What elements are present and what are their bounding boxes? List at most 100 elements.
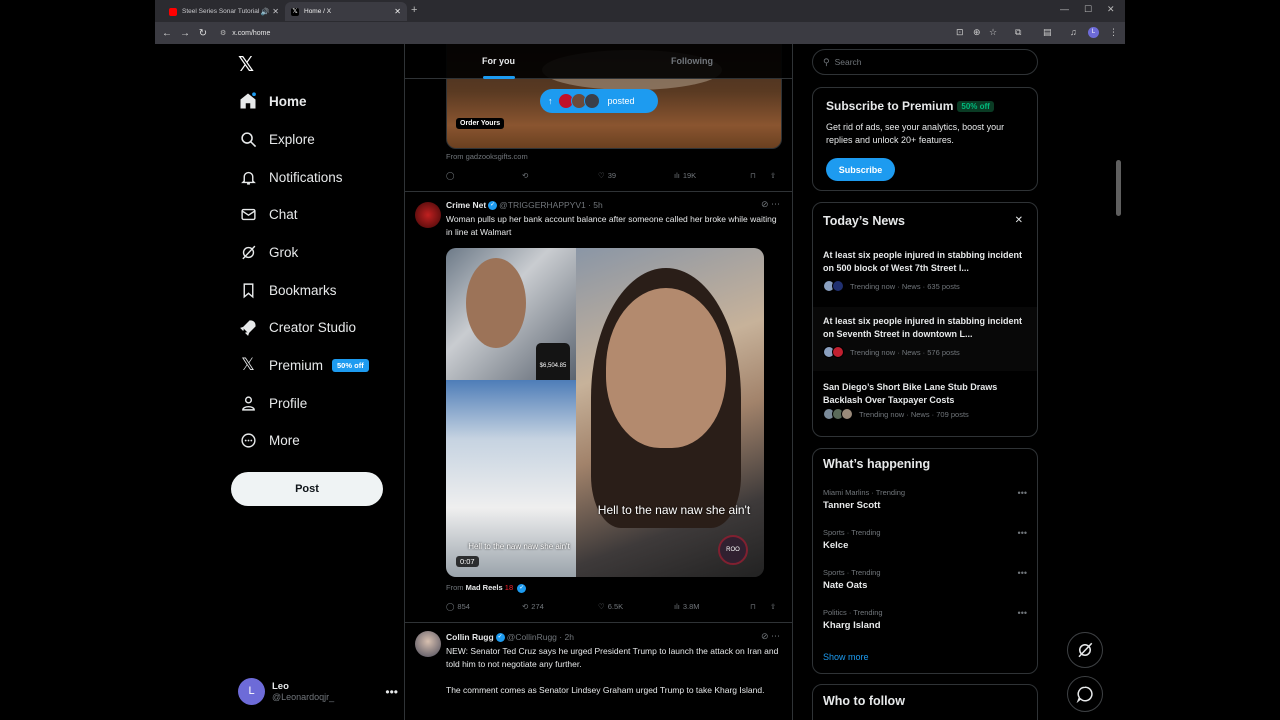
views-button[interactable]: ılı 19K [674,171,696,180]
ad-source[interactable]: From gadzooksgifts.com [446,152,528,161]
show-more-link[interactable]: Show more [823,652,869,662]
author-handle[interactable]: @CollinRugg [507,632,557,642]
left-navigation: 𝕏 Home Explore Notifications Chat Grok B… [155,44,404,720]
close-tab-icon[interactable]: ✕ [394,7,401,16]
more-dots-icon[interactable]: ••• [1018,528,1027,538]
tweet-video[interactable]: $6,504.85 Hell to the naw naw she ain't … [446,248,764,577]
nav-notifications[interactable]: Notifications [238,164,343,190]
sidepanel-icon[interactable]: ▤ [1043,27,1052,38]
close-tab-icon[interactable]: ✕ [272,7,279,16]
todays-news-card: Today’s News ✕ At least six people injur… [812,202,1038,437]
source-name[interactable]: Mad Reels [466,583,503,592]
new-posts-pill[interactable]: ↑ posted [540,89,658,113]
more-dots-icon[interactable]: ⊘ ⋯ [761,199,780,210]
scrollbar[interactable] [1116,160,1121,216]
more-dots-icon[interactable]: ⊘ ⋯ [761,631,780,642]
bookmark-icon[interactable]: ⊓ [750,171,756,180]
star-icon[interactable]: ☆ [989,27,997,38]
nav-label: Notifications [269,169,343,185]
premium-discount-badge: 50% off [332,358,369,372]
more-dots-icon[interactable]: ••• [1018,608,1027,618]
menu-icon[interactable]: ⋮ [1109,27,1118,38]
chat-fab[interactable] [1067,676,1103,712]
zoom-icon[interactable]: ⊕ [973,27,981,38]
more-dots-icon[interactable]: ••• [1018,568,1027,578]
avatar[interactable] [415,202,441,228]
grok-fab[interactable] [1067,632,1103,668]
minimize-icon[interactable]: — [1060,4,1069,14]
x-logo[interactable]: 𝕏 [238,52,254,76]
new-tab-icon[interactable]: + [411,4,417,16]
nav-chat[interactable]: Chat [238,201,298,227]
video-caption: Hell to the naw naw she ain't [468,542,570,551]
search-input[interactable]: ⚲ Search [812,49,1038,75]
nav-bookmarks[interactable]: Bookmarks [238,277,337,303]
tab-for-you[interactable]: For you [482,56,515,66]
maximize-icon[interactable]: ☐ [1084,4,1092,15]
address-bar[interactable]: ⚙ x.com/home [220,25,920,41]
order-label: Order Yours [456,118,505,129]
reload-icon[interactable]: ↻ [194,28,212,39]
browser-tab-home-x[interactable]: 𝕏 Home / X ✕ [285,2,407,21]
trend-item[interactable]: Politics · Trending Kharg Island ••• [823,608,1033,631]
nav-grok[interactable]: Grok [238,239,298,265]
browser-window: Steel Series Sonar Tutorial 🔊 ✕ 𝕏 Home /… [155,0,1125,720]
close-window-icon[interactable]: ✕ [1107,4,1115,15]
tweet-time[interactable]: 2h [564,632,573,642]
post-button[interactable]: Post [231,472,383,506]
nav-more[interactable]: More [238,427,300,453]
more-dots-icon[interactable]: ••• [1018,488,1027,498]
who-to-follow-title: Who to follow [823,694,905,708]
views-button[interactable]: ılı 3.8M [674,602,700,611]
more-dots-icon[interactable]: ••• [385,685,398,699]
author-handle[interactable]: @TRIGGERHAPPYV1 [499,200,586,210]
media-icon[interactable]: ♫ [1070,27,1077,37]
tweet-collin-rugg[interactable]: Collin Rugg ✓ @CollinRugg · 2h ⊘ ⋯ NEW: Se… [405,623,792,720]
repost-button[interactable]: ⟲ 274 [522,602,544,611]
author-name[interactable]: Crime Net [446,200,486,210]
trend-item[interactable]: Sports · Trending Kelce ••• [823,528,1033,551]
reply-count: 854 [457,602,470,611]
install-icon[interactable]: ⊡ [956,27,964,38]
timeline: For you Following ↑ posted Order Yours F… [404,44,793,720]
account-switcher[interactable]: L Leo @Leonardoqjr_ ••• [238,677,398,705]
tweet-time[interactable]: 5h [593,200,602,210]
subscribe-button[interactable]: Subscribe [826,158,895,181]
back-icon[interactable]: ← [158,28,176,39]
reply-icon[interactable]: ◯ [446,171,454,180]
nav-premium[interactable]: 𝕏 Premium 50% off [238,352,369,378]
news-item[interactable]: At least six people injured in stabbing … [813,307,1037,371]
tab-title: Home / X [304,8,332,15]
profile-avatar[interactable]: L [1088,27,1099,38]
browser-tab-sonar[interactable]: Steel Series Sonar Tutorial 🔊 ✕ [163,2,285,21]
trend-item[interactable]: Sports · Trending Nate Oats ••• [823,568,1033,591]
nav-home[interactable]: Home [238,88,307,114]
bell-icon [238,167,258,187]
forward-icon[interactable]: → [176,28,194,39]
repost-icon: ⟲ [522,602,529,611]
tab-following[interactable]: Following [671,56,713,66]
video-source[interactable]: From Mad Reels 18 ✓ [446,583,528,593]
share-icon[interactable]: ⇧ [770,171,776,180]
nav-label: Bookmarks [269,282,337,298]
news-item[interactable]: At least six people injured in stabbing … [813,249,1037,309]
news-item[interactable]: San Diego’s Short Bike Lane Stub Draws B… [813,381,1037,431]
author-name[interactable]: Collin Rugg [446,632,494,642]
nav-explore[interactable]: Explore [238,126,315,152]
nav-profile[interactable]: Profile [238,390,307,416]
extensions-icon[interactable]: ⧉ [1015,27,1021,38]
site-info-icon[interactable]: ⚙ [220,29,226,37]
share-icon[interactable]: ⇧ [770,602,776,611]
who-to-follow-card: Who to follow [812,684,1038,720]
speaker-icon[interactable]: 🔊 [261,8,270,16]
bookmark-icon[interactable]: ⊓ [750,602,756,611]
video-duration: 0:07 [456,556,479,567]
close-icon[interactable]: ✕ [1015,215,1023,226]
trend-item[interactable]: Miami Marlins · Trending Tanner Scott ••… [823,488,1033,511]
like-button[interactable]: ♡ 39 [598,171,616,180]
reply-button[interactable]: ◯ 854 [446,602,470,611]
avatar[interactable] [415,631,441,657]
nav-creator-studio[interactable]: Creator Studio [238,314,356,340]
repost-icon[interactable]: ⟲ [522,171,528,180]
like-button[interactable]: ♡ 6.5K [598,602,623,611]
